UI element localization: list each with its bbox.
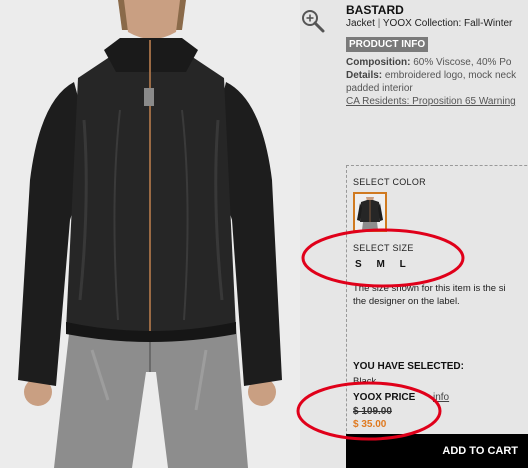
size-option-m[interactable]: M <box>376 259 384 270</box>
details-label: Details: <box>346 70 383 81</box>
composition-line: Composition: 60% Viscose, 40% Po <box>346 56 528 69</box>
select-size-label: SELECT SIZE <box>353 243 414 253</box>
brand-name: BASTARD <box>346 3 404 17</box>
size-option-l[interactable]: L <box>400 259 406 270</box>
zoom-in-icon[interactable] <box>300 8 326 34</box>
sale-price: $ 35.00 <box>353 419 387 430</box>
purchase-options-box: SELECT COLOR SELECT SIZE S M L The size … <box>346 165 528 466</box>
size-options: S M L <box>355 259 418 270</box>
composition-value: 60% Viscose, 40% Po <box>413 57 512 68</box>
product-details: Composition: 60% Viscose, 40% Po Details… <box>346 56 528 108</box>
product-info-button[interactable]: PRODUCT INFO <box>346 37 429 52</box>
details-value: embroidered logo, mock neck <box>384 70 517 81</box>
add-to-cart-button[interactable]: ADD TO CART <box>346 434 528 468</box>
size-option-s[interactable]: S <box>355 259 362 270</box>
price-info-link[interactable]: info <box>433 392 449 403</box>
composition-label: Composition: <box>346 57 411 68</box>
select-color-label: SELECT COLOR <box>353 177 426 187</box>
product-category: Jacket <box>346 18 375 29</box>
selected-color-value: Black <box>353 376 377 387</box>
size-note-line2: the designer on the label. <box>353 296 460 307</box>
product-collection: YOOX Collection: Fall-Winter <box>382 18 513 29</box>
size-note: The size shown for this item is the si t… <box>353 282 506 308</box>
details-line: Details: embroidered logo, mock neck <box>346 69 528 82</box>
color-swatch-black[interactable] <box>353 192 387 232</box>
size-note-line1: The size shown for this item is the si <box>353 283 506 294</box>
prop65-warning-link[interactable]: CA Residents: Proposition 65 Warning <box>346 96 516 107</box>
product-subtitle: Jacket | YOOX Collection: Fall-Winter <box>346 18 512 29</box>
add-to-cart-label: ADD TO CART <box>442 445 518 457</box>
yoox-price-label: YOOX PRICE <box>353 392 416 403</box>
original-price: $ 109.00 <box>353 406 392 417</box>
product-image <box>0 0 300 468</box>
you-have-selected-heading: YOU HAVE SELECTED: <box>353 361 464 372</box>
details-line-2: padded interior <box>346 83 413 94</box>
